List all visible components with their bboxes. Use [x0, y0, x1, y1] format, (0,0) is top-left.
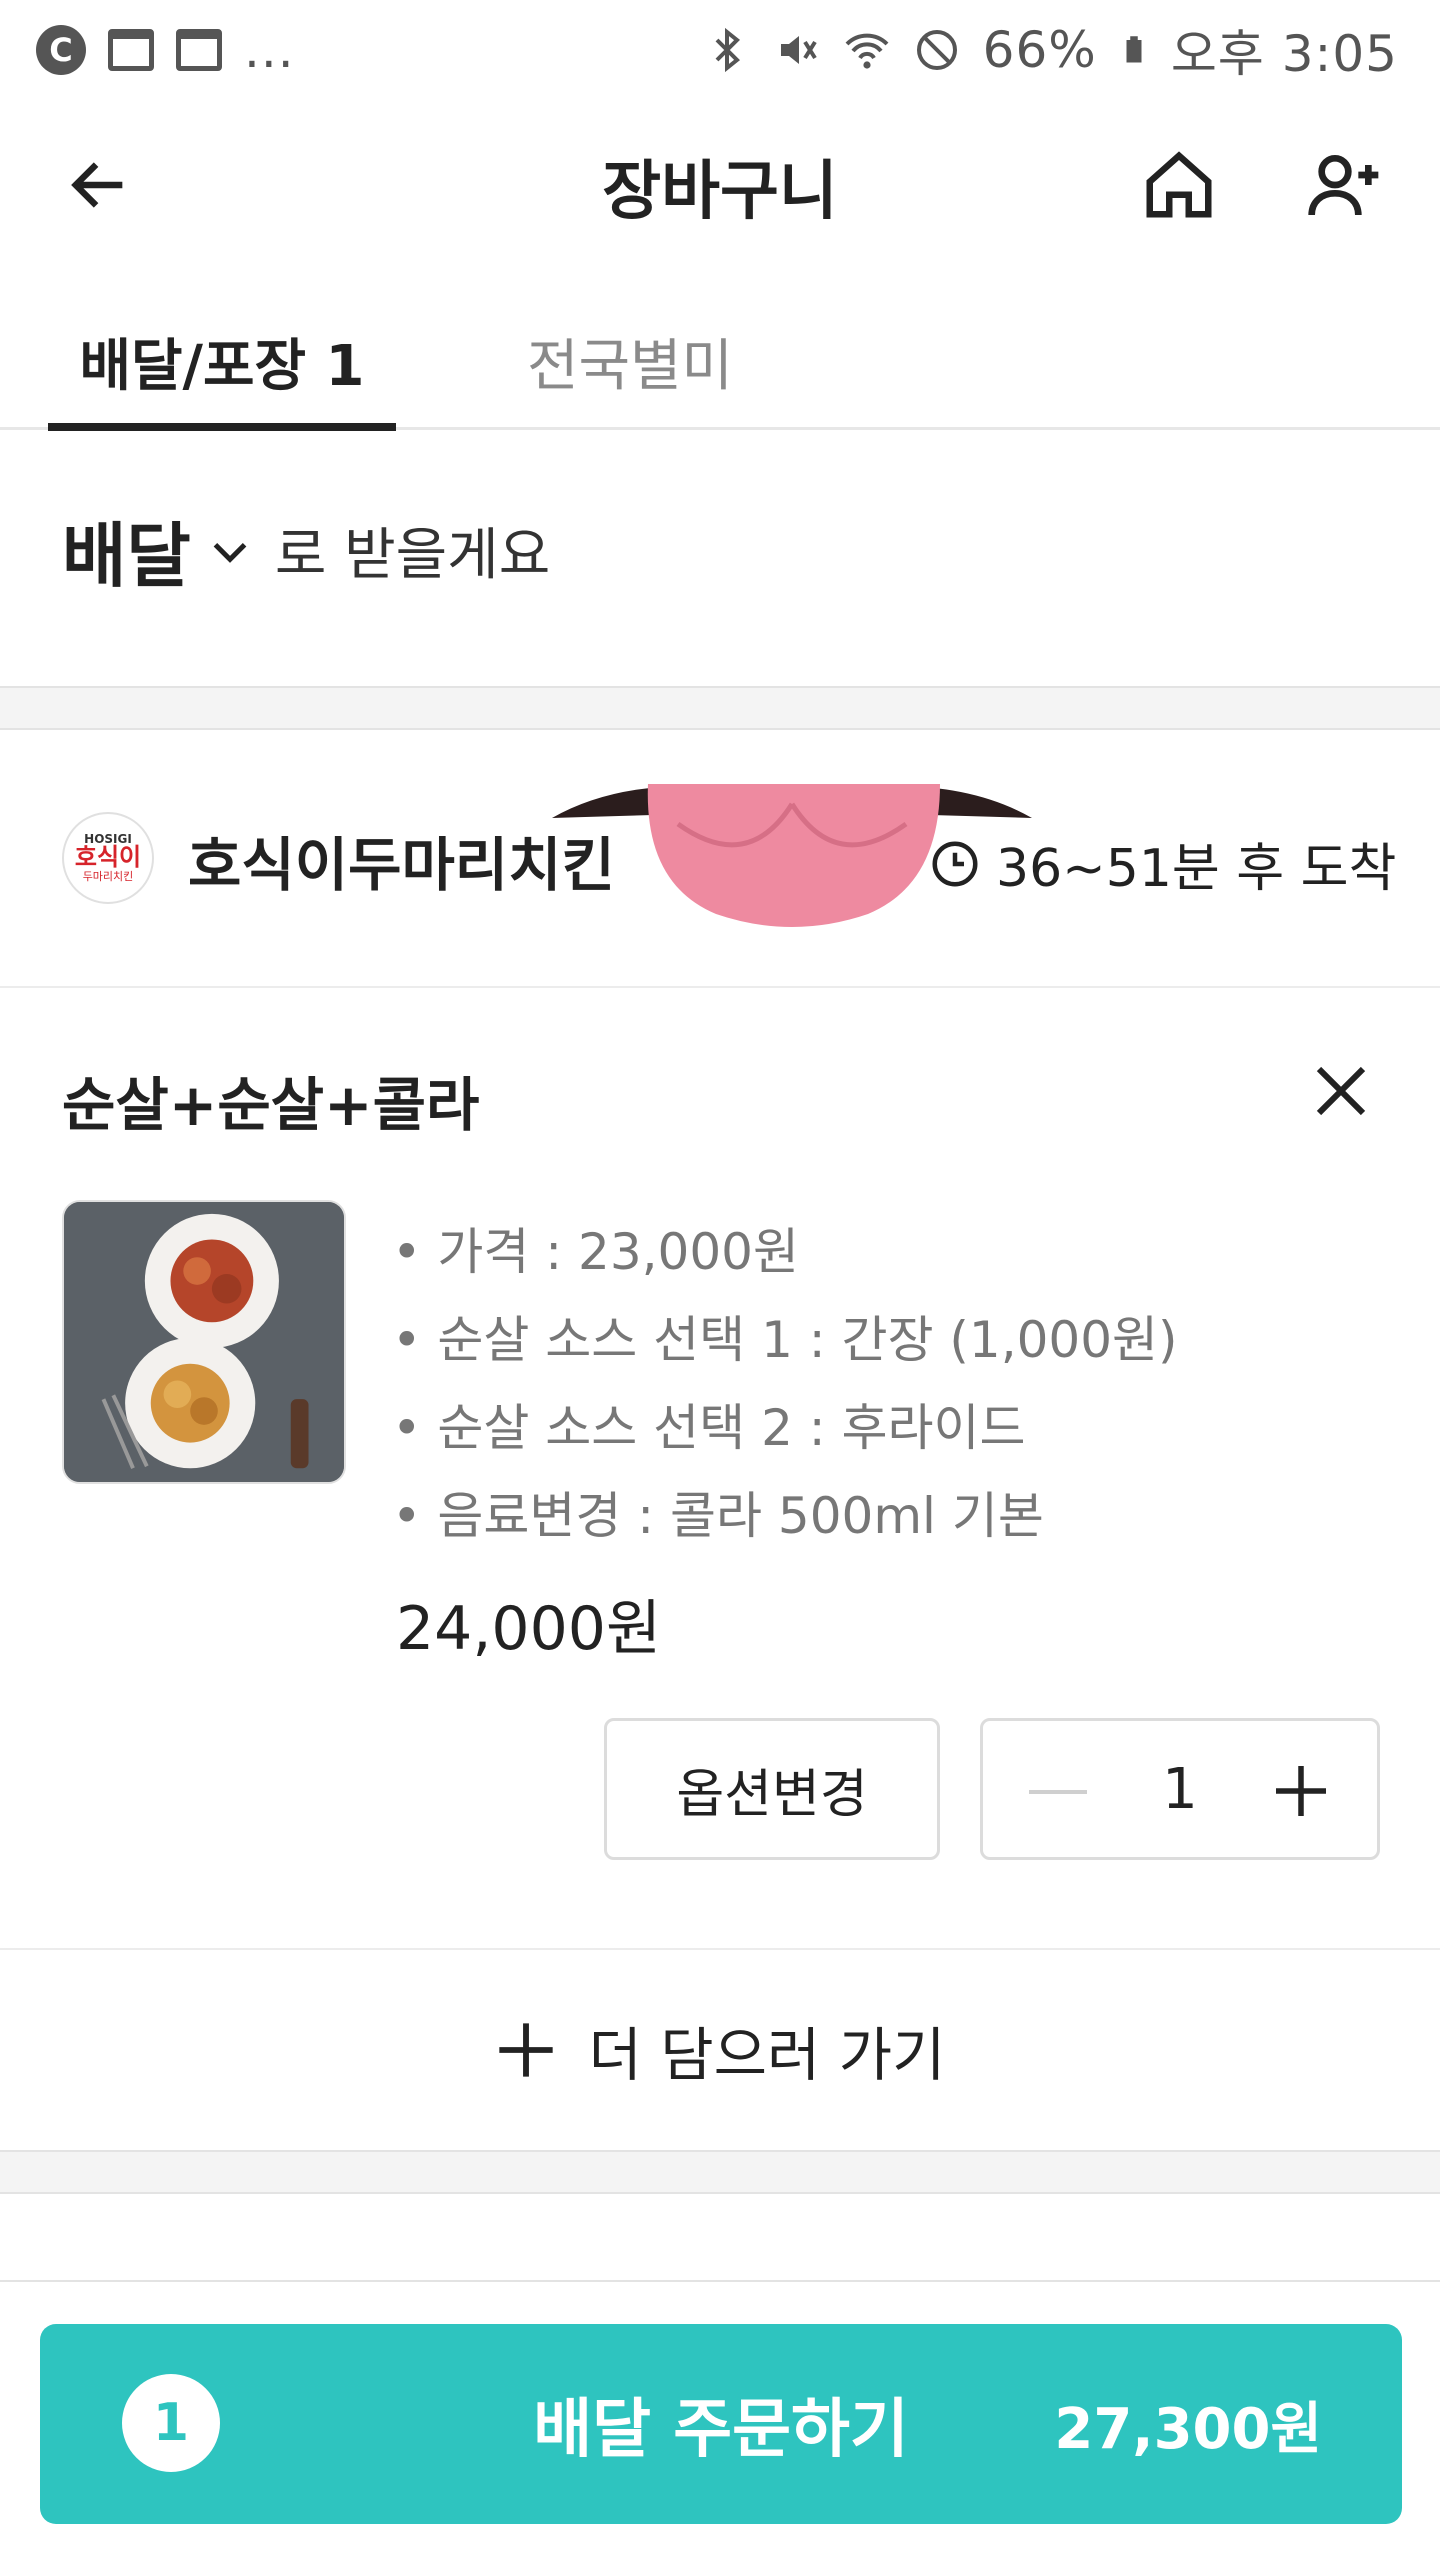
item-option: 순살 소스 선택 2 : 후라이드 — [392, 1384, 1178, 1472]
order-button[interactable]: 1 배달 주문하기 27,300원 — [40, 2324, 1402, 2524]
section-divider — [0, 686, 1440, 730]
quantity-value: 1 — [1162, 1756, 1198, 1822]
delivery-mode-select[interactable]: 배달 — [62, 500, 191, 601]
item-option: 음료변경 : 콜라 500ml 기본 — [392, 1472, 1178, 1560]
close-icon — [1316, 1066, 1366, 1116]
store-logo-line3: 두마리치킨 — [82, 869, 134, 883]
item-option: 가격 : 23,000원 — [392, 1208, 1178, 1296]
item-name: 순살+순살+콜라 — [62, 1071, 480, 1139]
delivery-eta-text: 36~51분 후 도착 — [996, 839, 1397, 899]
item-option: 순살 소스 선택 1 : 간장 (1,000원) — [392, 1296, 1177, 1384]
minus-icon — [1029, 1790, 1087, 1794]
calendar-icon — [108, 29, 154, 71]
battery-percent: 66% — [982, 21, 1097, 79]
wifi-icon — [845, 33, 889, 69]
section-divider — [0, 2150, 1440, 2194]
notification-c-icon: C — [36, 25, 86, 75]
mute-icon — [780, 36, 817, 64]
person-add-icon — [1308, 155, 1379, 216]
remove-item-button[interactable] — [1286, 1036, 1396, 1146]
decrease-quantity-button[interactable] — [1023, 1757, 1093, 1827]
cart-screen: C ... 66% 오후 3:05 장바구니 배달/포장 1 전국별미 배달 로… — [0, 0, 1440, 2560]
item-thumbnail — [62, 1200, 346, 1484]
more-notifications-text: ... — [244, 21, 295, 79]
quantity-stepper: 1 — [980, 1718, 1380, 1860]
plus-icon — [499, 2023, 554, 2077]
item-total-price: 24,000원 — [396, 1594, 662, 1664]
tongue-sticker-overlay — [552, 784, 1032, 927]
delivery-mode-suffix: 로 받을게요 — [274, 523, 551, 588]
calendar-icon — [176, 29, 222, 71]
order-total-price: 27,300원 — [1054, 2396, 1322, 2462]
cart-item: 순살+순살+콜라 가격 : 23,000원 순살 소스 선택 1 : 간장 (1… — [0, 990, 1440, 1950]
change-option-button[interactable]: 옵션변경 — [604, 1718, 940, 1860]
status-bar: C ... 66% 오후 3:05 — [0, 0, 1440, 100]
home-icon — [1146, 151, 1212, 218]
app-header: 장바구니 — [0, 100, 1440, 270]
home-button[interactable] — [1124, 130, 1234, 240]
store-logo-line2: 호식이 — [74, 843, 142, 872]
battery-icon — [1126, 36, 1142, 63]
add-more-label: 더 담으러 가기 — [588, 2021, 946, 2089]
tab-nationwide-specialty[interactable]: 전국별미 — [500, 295, 760, 427]
tab-delivery-pickup[interactable]: 배달/포장 1 — [48, 295, 396, 431]
item-options: 가격 : 23,000원 순살 소스 선택 1 : 간장 (1,000원) 순살… — [392, 1208, 1178, 1560]
add-person-button[interactable] — [1290, 130, 1400, 240]
store-row: HOSIGI 호식이 두마리치킨 호식이두마리치킨 36~51분 후 도착 — [0, 730, 1440, 988]
do-not-disturb-icon — [916, 30, 957, 70]
increase-quantity-button[interactable] — [1261, 1751, 1341, 1831]
plus-icon — [1276, 1766, 1326, 1816]
status-right: 66% 오후 3:05 — [703, 14, 1398, 86]
delivery-mode-row: 배달 로 받을게요 — [62, 500, 550, 601]
add-more-button[interactable]: 더 담으러 가기 — [0, 1948, 1440, 2150]
bluetooth-icon — [715, 27, 740, 73]
chevron-down-icon[interactable] — [205, 526, 255, 576]
cart-tabs: 배달/포장 1 전국별미 — [0, 295, 1440, 431]
store-logo: HOSIGI 호식이 두마리치킨 — [62, 812, 154, 904]
clock: 오후 3:05 — [1170, 25, 1398, 83]
bottom-divider — [0, 2280, 1440, 2282]
status-left: C ... — [36, 21, 295, 79]
